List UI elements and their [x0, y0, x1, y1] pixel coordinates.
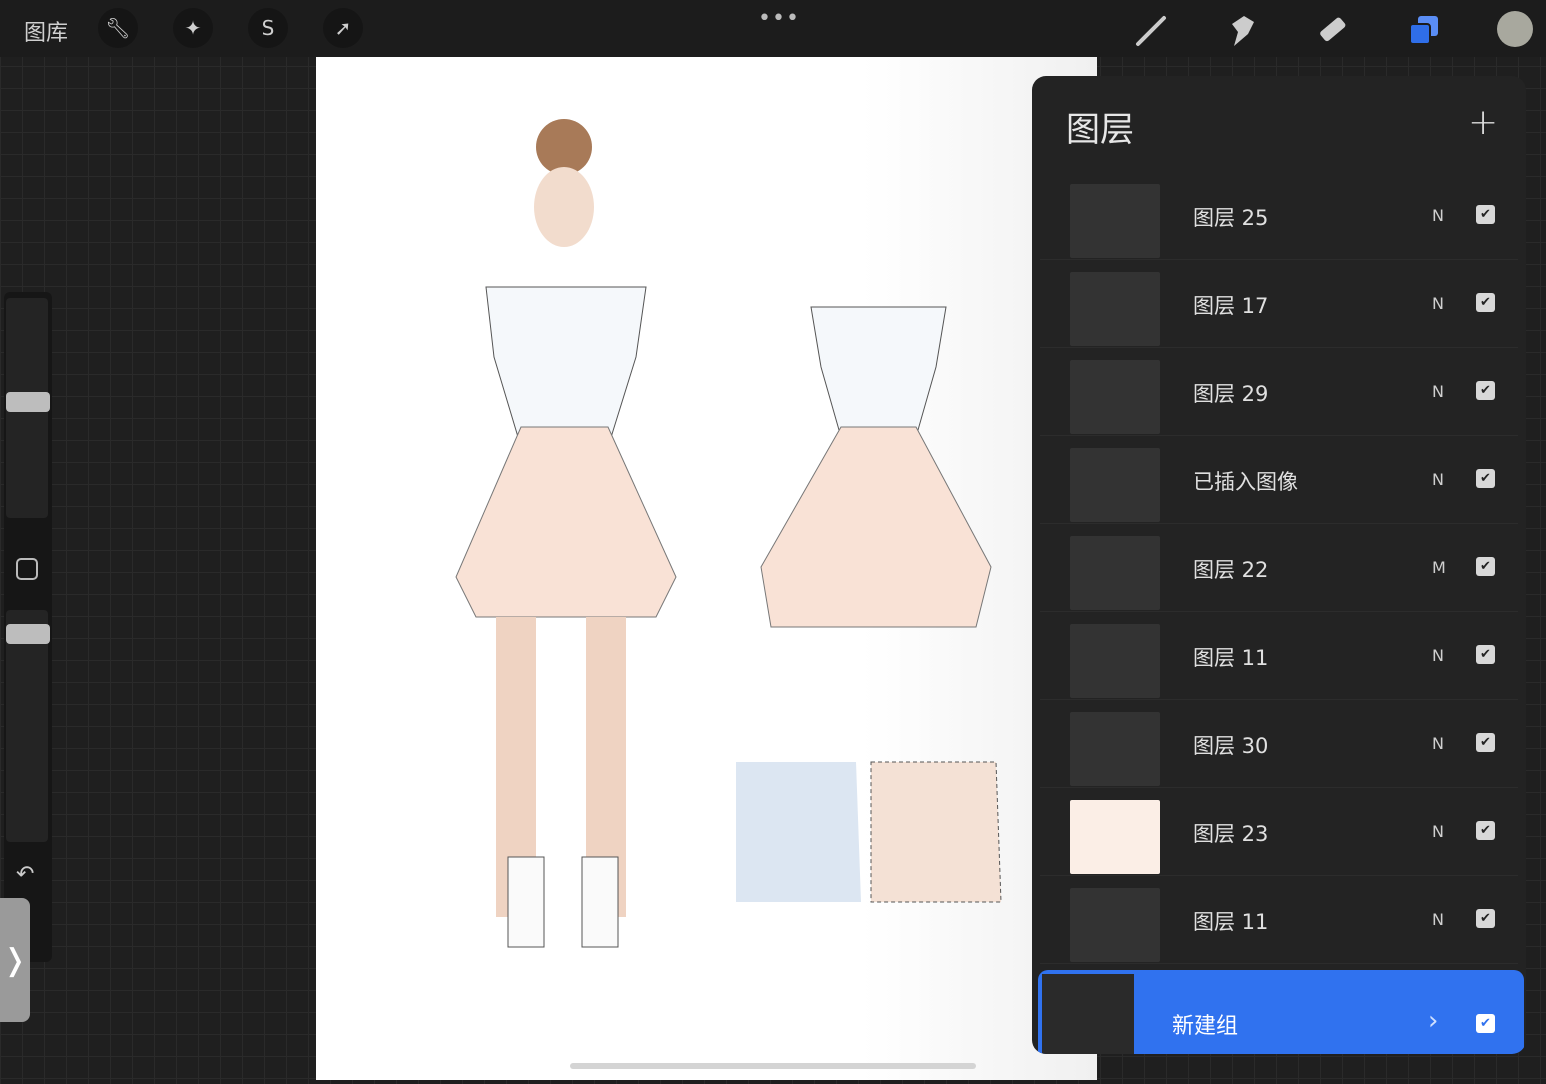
layer-name: 图层 22 [1193, 558, 1269, 582]
layer-row[interactable]: 图层 29 N ✔ [1040, 352, 1518, 436]
layer-thumbnail [1070, 712, 1160, 786]
opacity-handle[interactable] [6, 624, 50, 644]
layers-panel: 图层 + 图层 25 N ✔ 图层 17 N ✔ 图层 29 N ✔ 已插入图像 N ✔ 图层 … [1032, 76, 1526, 1054]
layer-thumbnail [1070, 888, 1160, 962]
wrench-icon[interactable]: 🔧︎ [98, 8, 138, 48]
eraser-icon[interactable] [1312, 10, 1352, 50]
visibility-checkbox[interactable]: ✔ [1476, 469, 1495, 488]
layer-thumbnail [1070, 360, 1160, 434]
layer-row[interactable]: 图层 23 N ✔ [1040, 792, 1518, 876]
layer-name: 图层 17 [1193, 294, 1269, 318]
layer-thumbnail [1070, 536, 1160, 610]
canvas-scrollbar[interactable] [570, 1063, 976, 1069]
layer-thumbnail [1070, 184, 1160, 258]
layer-name: 图层 25 [1193, 206, 1269, 230]
layer-name: 图层 29 [1193, 382, 1269, 406]
magic-wand-icon[interactable]: ✦ [173, 8, 213, 48]
visibility-checkbox[interactable]: ✔ [1476, 205, 1495, 224]
layer-row[interactable]: 图层 25 N ✔ [1040, 176, 1518, 260]
blend-mode-button[interactable]: M [1432, 558, 1446, 577]
layer-thumbnail [1070, 448, 1160, 522]
side-toolbar: ↶ [4, 292, 52, 962]
smudge-icon[interactable] [1222, 10, 1262, 50]
visibility-checkbox[interactable]: ✔ [1476, 909, 1495, 928]
blend-mode-button[interactable]: N [1432, 470, 1444, 489]
color-swatch[interactable] [1497, 11, 1533, 47]
layer-thumbnail [1070, 272, 1160, 346]
layer-thumbnail [1070, 624, 1160, 698]
drawing-canvas[interactable] [316, 57, 1097, 1080]
visibility-checkbox[interactable]: ✔ [1476, 645, 1495, 664]
selection-icon[interactable]: S [248, 8, 288, 48]
visibility-checkbox[interactable]: ✔ [1476, 293, 1495, 312]
layer-name: 图层 30 [1193, 734, 1269, 758]
more-menu-button[interactable]: ••• [758, 6, 800, 31]
brush-icon[interactable] [1132, 10, 1172, 50]
group-name: 新建组 [1172, 1014, 1239, 1039]
visibility-checkbox[interactable]: ✔ [1476, 557, 1495, 576]
layer-row[interactable]: 图层 17 N ✔ [1040, 264, 1518, 348]
visibility-checkbox[interactable]: ✔ [1476, 821, 1495, 840]
transform-arrow-icon[interactable]: ➚ [323, 8, 363, 48]
gallery-button[interactable]: 图库 [24, 15, 68, 47]
layer-row[interactable]: 图层 30 N ✔ [1040, 704, 1518, 788]
layer-row[interactable]: 图层 11 N ✔ [1040, 880, 1518, 964]
opacity-slider[interactable] [6, 610, 48, 842]
layers-title: 图层 [1066, 110, 1134, 150]
brush-size-handle[interactable] [6, 392, 50, 412]
blend-mode-button[interactable]: N [1432, 646, 1444, 665]
layer-name: 已插入图像 [1193, 470, 1298, 494]
layer-row[interactable]: 图层 22 M ✔ [1040, 528, 1518, 612]
blend-mode-button[interactable]: N [1432, 734, 1444, 753]
blend-mode-button[interactable]: N [1432, 382, 1444, 401]
group-thumbnail [1042, 974, 1134, 1054]
layer-row[interactable]: 已插入图像 N ✔ [1040, 440, 1518, 524]
blend-mode-button[interactable]: N [1432, 822, 1444, 841]
modify-button[interactable] [16, 558, 38, 580]
layer-name: 图层 23 [1193, 822, 1269, 846]
blend-mode-button[interactable]: N [1432, 910, 1444, 929]
layer-name: 图层 11 [1193, 910, 1269, 934]
layer-thumbnail [1070, 800, 1160, 874]
expand-group-icon[interactable]: › [1428, 1006, 1438, 1036]
visibility-checkbox[interactable]: ✔ [1476, 733, 1495, 752]
undo-icon[interactable]: ↶ [16, 862, 34, 887]
visibility-checkbox[interactable]: ✔ [1476, 381, 1495, 400]
top-toolbar: 图库 🔧︎ ✦ S ➚ ••• [0, 0, 1546, 57]
add-layer-button[interactable]: + [1468, 102, 1498, 143]
blend-mode-button[interactable]: N [1432, 294, 1444, 313]
layer-name: 图层 11 [1193, 646, 1269, 670]
visibility-checkbox[interactable]: ✔ [1476, 1014, 1495, 1033]
blend-mode-button[interactable]: N [1432, 206, 1444, 225]
layers-icon[interactable] [1404, 10, 1444, 50]
artwork [455, 119, 1002, 948]
sidebar-expand-tab[interactable]: ❭ [0, 898, 30, 1022]
layer-group-row[interactable]: 新建组 › ✔ [1038, 970, 1524, 1054]
layer-row[interactable]: 图层 11 N ✔ [1040, 616, 1518, 700]
